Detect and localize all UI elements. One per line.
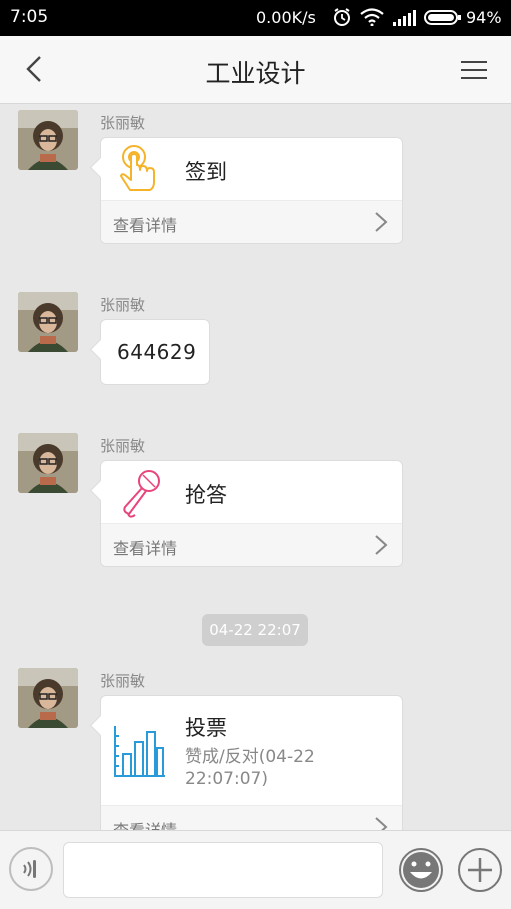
sender-name: 张丽敏: [100, 437, 146, 455]
chat-list[interactable]: 张丽敏 签到 查看详情 张丽敏 644629 张丽敏 抢答 查看详情 04-22…: [0, 104, 511, 830]
tap-hand-icon: [117, 144, 167, 196]
network-speed: 0.00K/s: [256, 8, 316, 27]
vote-card[interactable]: 投票 赞成/反对(04-22 22:07:07) 查看详情: [89, 695, 403, 830]
sender-name: 张丽敏: [100, 114, 146, 132]
view-details-link[interactable]: 查看详情: [101, 805, 402, 830]
bar-chart-icon: [113, 720, 167, 780]
view-details-label: 查看详情: [113, 539, 178, 558]
user-photo: [18, 433, 78, 493]
sender-name: 张丽敏: [100, 672, 146, 690]
view-details-link[interactable]: 查看详情: [101, 200, 402, 243]
smiley-icon: [399, 848, 443, 892]
timestamp-pill: 04-22 22:07: [202, 614, 308, 646]
message-input[interactable]: [63, 842, 383, 898]
voice-icon: [23, 860, 36, 878]
wifi-icon: [360, 8, 384, 30]
battery-icon: [424, 10, 461, 25]
vote-subtitle: 赞成/反对(04-22 22:07:07): [185, 747, 315, 789]
quick-answer-card[interactable]: 抢答 查看详情: [89, 460, 403, 567]
bubble-tail: [89, 714, 112, 737]
emoji-button[interactable]: [398, 847, 444, 893]
user-photo: [18, 668, 78, 728]
chevron-right-icon: [374, 211, 388, 233]
card-header: 签到: [101, 138, 402, 202]
chevron-right-icon: [374, 534, 388, 556]
microphone-icon: [117, 467, 167, 519]
card-label: 签到: [185, 160, 227, 184]
battery-percent: 94%: [466, 8, 502, 27]
menu-button[interactable]: [459, 58, 491, 82]
chevron-right-icon: [374, 816, 388, 830]
alarm-icon: [332, 7, 352, 31]
card-label: 抢答: [185, 483, 227, 507]
plus-icon: [458, 848, 502, 892]
view-details-label: 查看详情: [113, 216, 178, 235]
add-button[interactable]: [457, 847, 503, 893]
sender-name: 张丽敏: [100, 296, 146, 314]
bubble-tail: [89, 338, 112, 361]
signal-icon: [393, 10, 417, 30]
nav-bar: 工业设计: [0, 36, 511, 104]
status-bar: 7:05 0.00K/s 94%: [0, 0, 511, 36]
sign-in-card[interactable]: 签到 查看详情: [89, 137, 403, 244]
avatar[interactable]: [18, 668, 78, 728]
user-photo: [18, 110, 78, 170]
page-title: 工业设计: [205, 59, 306, 88]
text-message-bubble[interactable]: 644629: [89, 319, 210, 385]
input-bar: [0, 830, 511, 909]
voice-button[interactable]: [9, 847, 53, 891]
view-details-link[interactable]: 查看详情: [101, 523, 402, 566]
avatar[interactable]: [18, 433, 78, 493]
avatar[interactable]: [18, 292, 78, 352]
hamburger-icon: [461, 61, 487, 79]
card-header: 抢答: [101, 461, 402, 525]
message-text: 644629: [117, 340, 197, 364]
card-label: 投票: [185, 716, 227, 740]
status-time: 7:05: [10, 7, 49, 27]
user-photo: [18, 292, 78, 352]
avatar[interactable]: [18, 110, 78, 170]
view-details-label: 查看详情: [113, 817, 177, 830]
